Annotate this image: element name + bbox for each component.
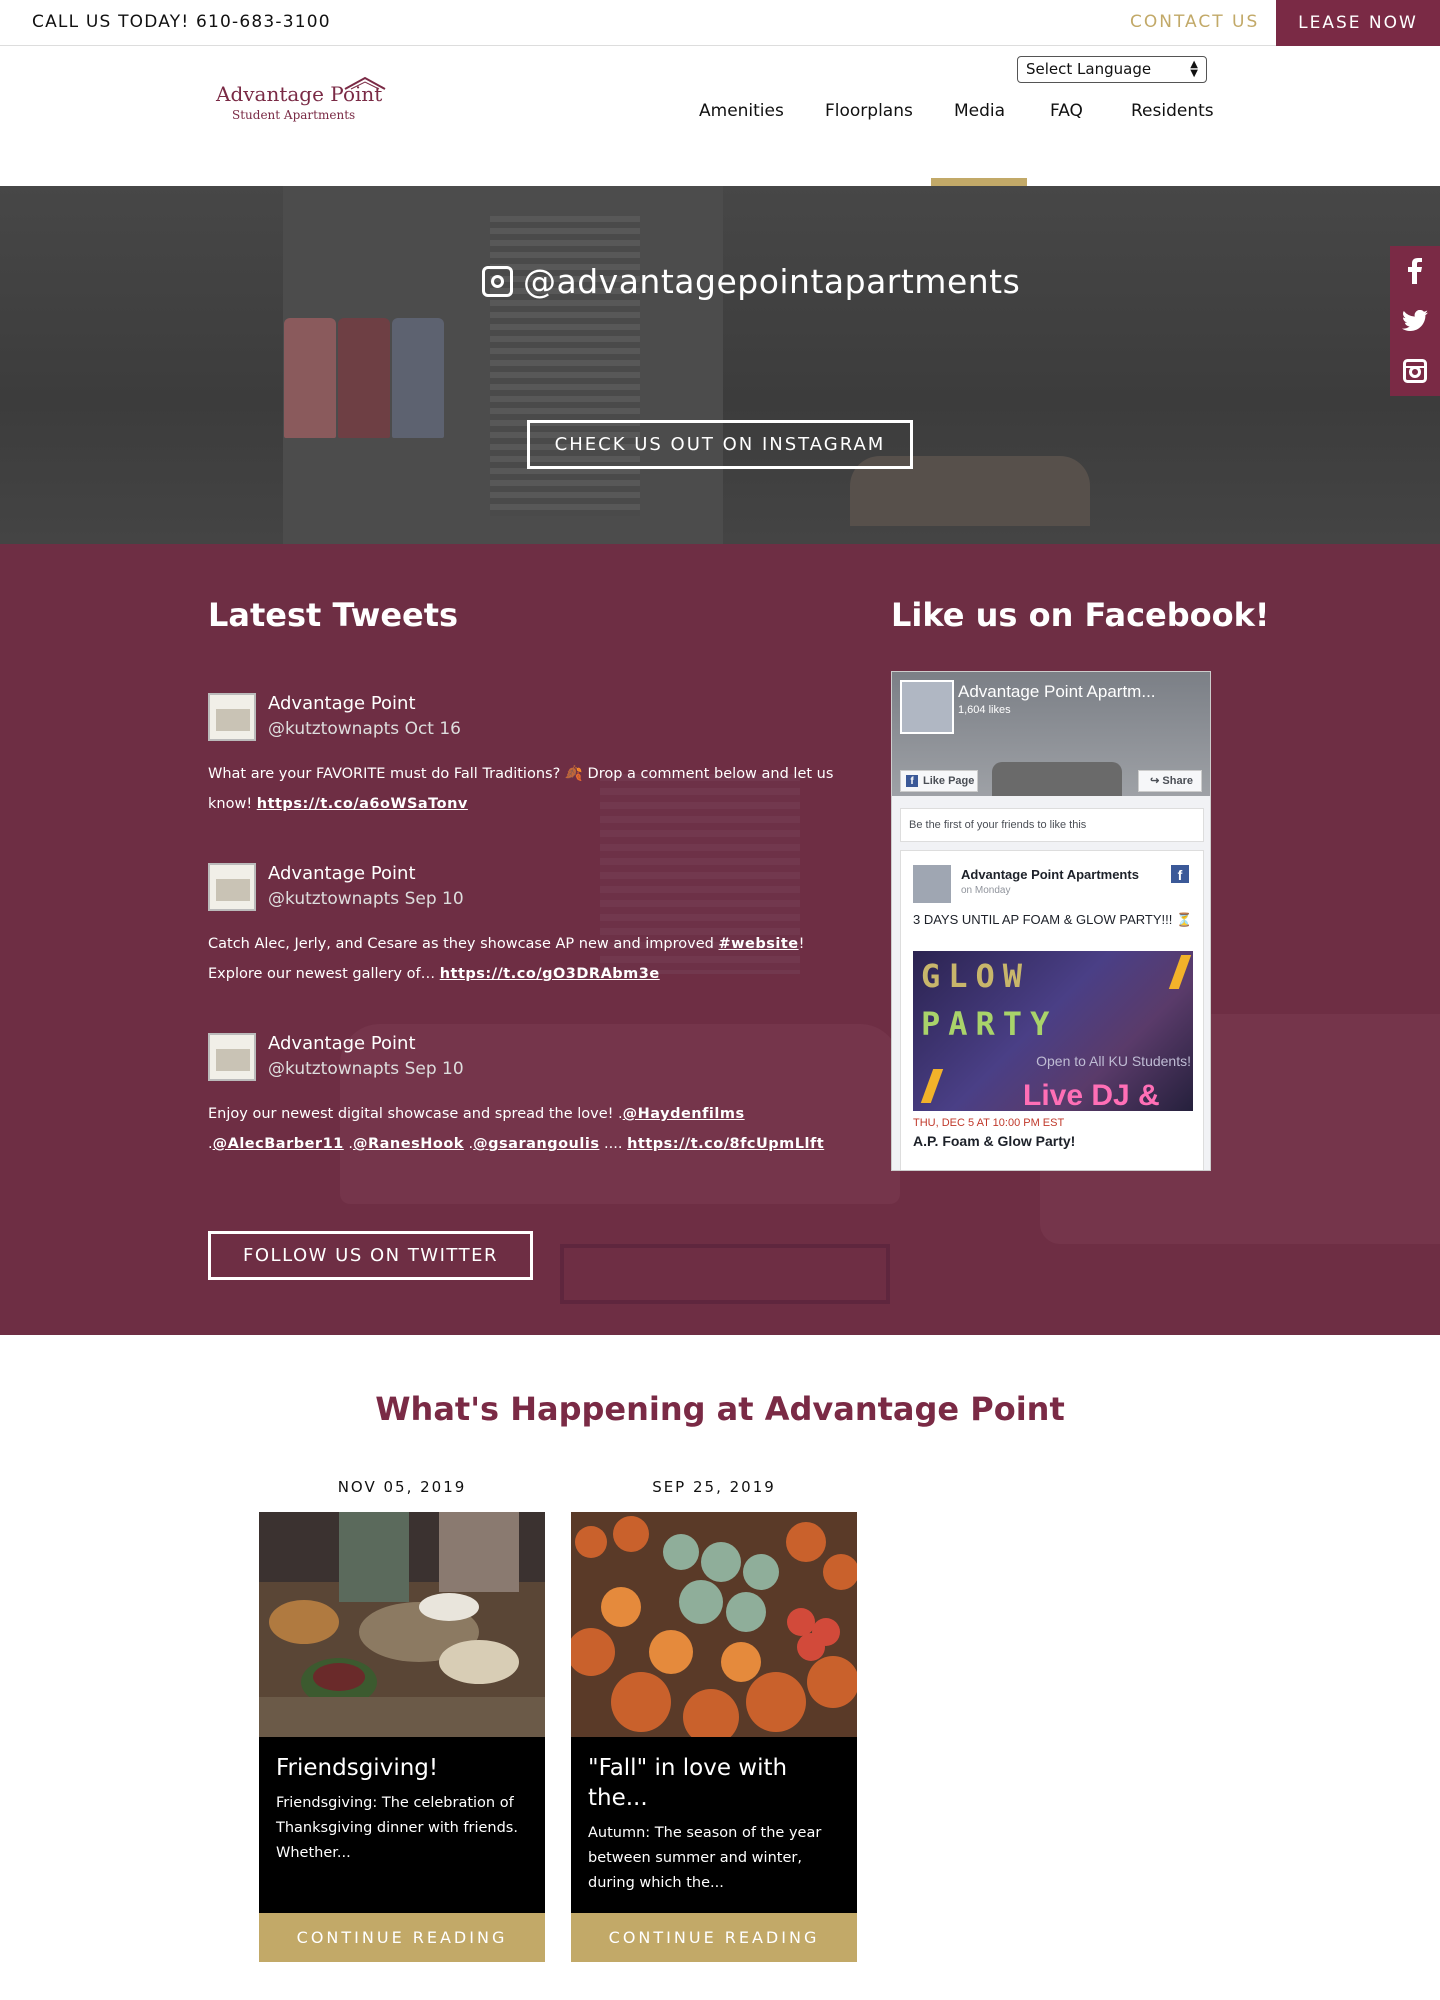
nav-active-indicator: [931, 178, 1027, 186]
social-side-tab: [1390, 246, 1440, 396]
instagram-hero: [0, 186, 1440, 544]
post-text: 3 DAYS UNTIL AP FOAM & GLOW PARTY!!! ⏳: [913, 912, 1193, 927]
facebook-widget: Advantage Point Apartm... 1,604 likes Li…: [891, 671, 1211, 1171]
facebook-page-thumbnail[interactable]: [900, 680, 954, 734]
tweet-avatar[interactable]: [208, 1033, 256, 1081]
tweet-text: Enjoy our newest digital showcase and sp…: [208, 1099, 848, 1159]
tweet-text-content: Catch Alec, Jerly, and Cesare as they sh…: [208, 936, 719, 952]
post-event-image[interactable]: GLOW PARTY Open to All KU Students! Live…: [913, 951, 1193, 1111]
tweet-link[interactable]: https://t.co/gO3DRAbm3e: [440, 966, 660, 982]
cover-sofa: [992, 762, 1122, 796]
nav-floorplans[interactable]: Floorplans: [825, 101, 913, 121]
event-image-live-dj: Live DJ &: [1023, 1079, 1160, 1111]
post-summary: Friendsgiving! Friendsgiving: The celebr…: [259, 1737, 545, 1913]
tweet-mention[interactable]: @gsarangoulis: [473, 1136, 599, 1152]
share-arrow-icon: ↪: [1150, 775, 1163, 787]
nav-residents[interactable]: Residents: [1131, 101, 1214, 121]
continue-reading-button[interactable]: CONTINUE READING: [571, 1913, 857, 1962]
post-time[interactable]: on Monday: [961, 885, 1010, 896]
tweet-separator: .: [343, 1136, 353, 1152]
tweet-link[interactable]: https://t.co/a6oWSaTonv: [257, 796, 468, 812]
lightning-bolt-icon: [1168, 955, 1192, 989]
post-title[interactable]: "Fall" in love with the...: [588, 1753, 848, 1813]
background-table: [560, 1244, 890, 1304]
tweet-link[interactable]: https://t.co/8fcUpmLlft: [627, 1136, 824, 1152]
facebook-share-label: Share: [1162, 775, 1193, 787]
lightning-bolt-icon: [920, 1069, 944, 1103]
whats-happening-heading: What's Happening at Advantage Point: [375, 1390, 1065, 1428]
facebook-heading: Like us on Facebook!: [891, 596, 1270, 634]
facebook-likes-count: 1,604 likes: [958, 704, 1011, 716]
latest-tweets-heading: Latest Tweets: [208, 596, 459, 634]
tweet-author[interactable]: Advantage Point: [268, 1033, 416, 1054]
language-select[interactable]: Select Language ▲ ▼: [1017, 56, 1207, 83]
pumpkins-photo: [571, 1512, 857, 1737]
instagram-icon[interactable]: [1390, 346, 1440, 396]
instagram-handle-heading[interactable]: @advantagepointapartments: [482, 262, 1020, 301]
tweet-mention[interactable]: @RanesHook: [353, 1136, 464, 1152]
twitter-icon[interactable]: [1390, 296, 1440, 346]
facebook-icon[interactable]: [1390, 246, 1440, 296]
continue-reading-button[interactable]: CONTINUE READING: [259, 1913, 545, 1962]
language-select-value: Select Language: [1026, 60, 1152, 78]
post-author-avatar[interactable]: [913, 865, 951, 903]
tweet-mention[interactable]: @Haydenfilms: [623, 1106, 745, 1122]
nav-amenities[interactable]: Amenities: [699, 101, 784, 121]
post-image-pumpkins[interactable]: [571, 1512, 857, 1737]
nav-faq[interactable]: FAQ: [1050, 101, 1083, 121]
select-arrows-icon: ▲ ▼: [1190, 59, 1198, 79]
site-logo[interactable]: Advantage Point Student Apartments: [216, 76, 396, 126]
post-excerpt: Friendsgiving: The celebration of Thanks…: [276, 1795, 518, 1861]
event-image-open-text: Open to All KU Students!: [1036, 1053, 1191, 1069]
tweet-mention[interactable]: @AlecBarber11: [213, 1136, 344, 1152]
tweet-handle[interactable]: @kutztownapts Sep 10: [268, 1059, 464, 1079]
post-excerpt: Autumn: The season of the year between s…: [588, 1825, 822, 1891]
lease-now-button[interactable]: LEASE NOW: [1276, 0, 1440, 46]
logo-sub-text: Student Apartments: [232, 108, 356, 122]
tweet-handle[interactable]: @kutztownapts Sep 10: [268, 889, 464, 909]
instagram-handle: @advantagepointapartments: [523, 262, 1021, 301]
tweet-avatar[interactable]: [208, 863, 256, 911]
post-date: SEP 25, 2019: [652, 1478, 776, 1496]
event-date: THU, DEC 5 AT 10:00 PM EST: [913, 1117, 1065, 1129]
hero-window-blinds: [490, 216, 640, 516]
hero-shirt: [338, 318, 390, 438]
call-us-phone[interactable]: CALL US TODAY! 610-683-3100: [32, 12, 331, 32]
tweet-avatar[interactable]: [208, 693, 256, 741]
hero-shirt: [392, 318, 444, 438]
instagram-button[interactable]: CHECK US OUT ON INSTAGRAM: [527, 420, 913, 469]
tweet-separator: ....: [599, 1136, 628, 1152]
contact-us-link[interactable]: CONTACT US: [1130, 12, 1259, 32]
instagram-icon: [482, 266, 513, 297]
tweet-text: What are your FAVORITE must do Fall Trad…: [208, 759, 848, 819]
post-summary: "Fall" in love with the... Autumn: The s…: [571, 1737, 857, 1913]
tweet-author[interactable]: Advantage Point: [268, 863, 416, 884]
event-title[interactable]: A.P. Foam & Glow Party!: [913, 1133, 1075, 1149]
event-image-glow: GLOW: [921, 957, 1031, 995]
event-image-party: PARTY: [921, 1005, 1058, 1043]
post-date: NOV 05, 2019: [337, 1478, 467, 1496]
post-image-friendsgiving[interactable]: [259, 1512, 545, 1737]
facebook-post: Advantage Point Apartments on Monday f 3…: [900, 850, 1204, 1170]
tweet-handle[interactable]: @kutztownapts Oct 16: [268, 719, 461, 739]
tweet-text-content: Enjoy our newest digital showcase and sp…: [208, 1106, 623, 1122]
logo-main-text: Advantage Point: [216, 82, 383, 106]
hero-shirt: [284, 318, 336, 438]
facebook-share-button[interactable]: ↪ Share: [1138, 770, 1202, 792]
facebook-like-page-button[interactable]: Like Page: [900, 770, 978, 792]
post-title[interactable]: Friendsgiving!: [276, 1753, 536, 1783]
facebook-friends-note: Be the first of your friends to like thi…: [900, 808, 1204, 842]
follow-twitter-button[interactable]: FOLLOW US ON TWITTER: [208, 1231, 533, 1280]
tweet-separator: .: [463, 1136, 474, 1152]
top-bar: CALL US TODAY! 610-683-3100 CONTACT US L…: [0, 0, 1440, 46]
nav-media[interactable]: Media: [954, 101, 1005, 121]
facebook-page-name[interactable]: Advantage Point Apartm...: [958, 682, 1156, 702]
friendsgiving-photo: [259, 1512, 545, 1737]
facebook-logo-icon: f: [1171, 865, 1189, 883]
tweet-author[interactable]: Advantage Point: [268, 693, 416, 714]
tweet-text: Catch Alec, Jerly, and Cesare as they sh…: [208, 929, 848, 989]
tweet-hashtag[interactable]: #website: [718, 936, 798, 952]
post-author[interactable]: Advantage Point Apartments: [961, 867, 1139, 882]
